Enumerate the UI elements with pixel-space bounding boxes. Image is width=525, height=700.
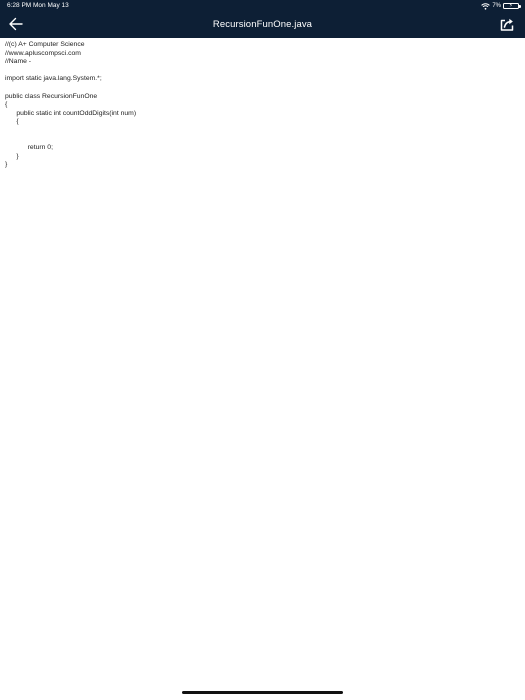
code-line: }: [5, 161, 8, 169]
code-line: public static int countOddDigits(int num…: [5, 109, 137, 117]
battery-percent: 7%: [492, 3, 501, 9]
share-icon: [500, 18, 514, 31]
bolt-icon: ⚡: [509, 3, 513, 9]
code-line: //(c) A+ Computer Science: [5, 41, 85, 48]
status-time-date: 6:28 PM Mon May 13: [7, 2, 69, 9]
code-line: {: [5, 118, 19, 126]
status-bar: 6:28 PM Mon May 13 7% ⚡: [0, 0, 525, 12]
code-line: public class RecursionFunOne: [5, 92, 98, 100]
home-indicator[interactable]: [182, 691, 343, 694]
wifi-icon: [481, 2, 491, 10]
page-title: RecursionFunOne.java: [212, 19, 313, 30]
share-button[interactable]: [499, 16, 515, 32]
status-indicators: 7% ⚡: [481, 1, 521, 11]
code-line: //Name -: [5, 58, 32, 66]
navigation-header: 6:28 PM Mon May 13 7% ⚡ RecursionFunOne.…: [0, 0, 525, 38]
code-line: }: [5, 152, 19, 160]
code-line: {: [5, 101, 8, 109]
code-line: //www.apluscompsci.com: [5, 49, 81, 57]
code-line: return 0;: [5, 144, 53, 152]
code-viewer: //(c) A+ Computer Science //www.apluscom…: [5, 41, 520, 170]
code-line: import static java.lang.System.*;: [5, 75, 102, 83]
battery-charging-icon: ⚡: [503, 3, 521, 9]
